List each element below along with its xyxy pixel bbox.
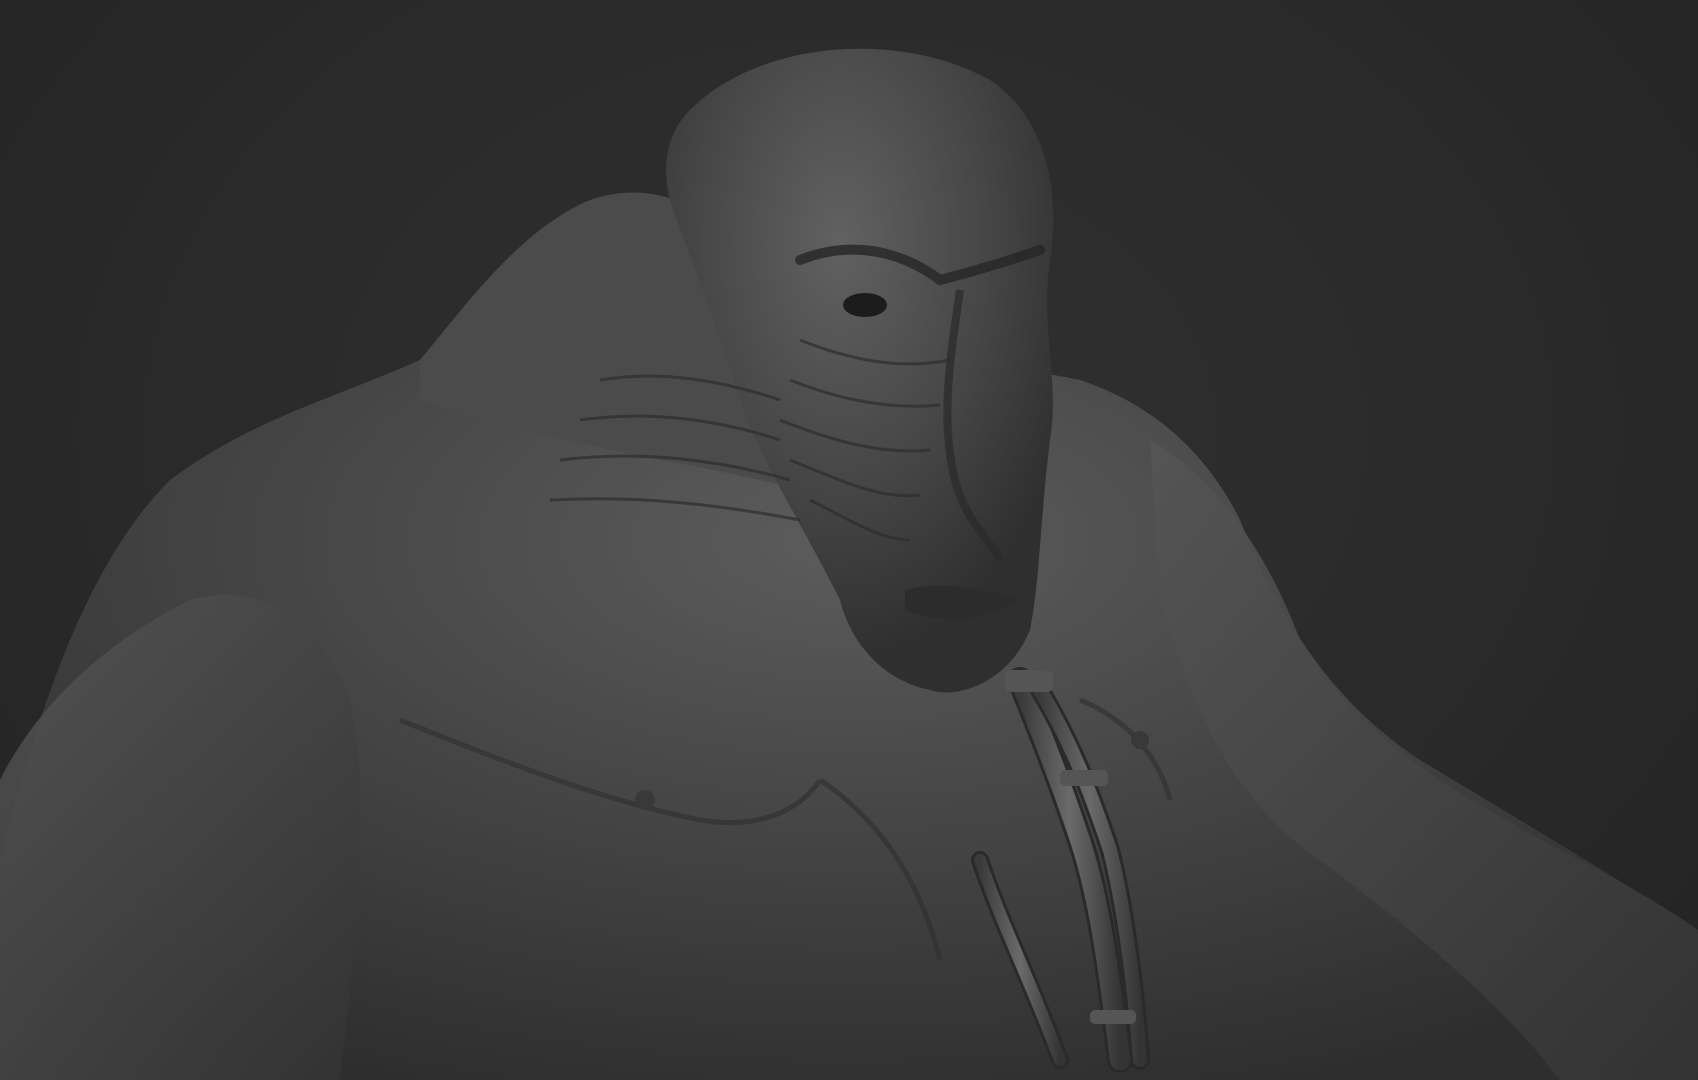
render-viewport xyxy=(0,0,1698,1080)
right-nipple xyxy=(1131,731,1149,749)
left-nipple xyxy=(635,790,655,810)
creature-eye xyxy=(843,293,887,317)
creature-render xyxy=(0,48,1698,1080)
left-arm xyxy=(0,594,361,1080)
